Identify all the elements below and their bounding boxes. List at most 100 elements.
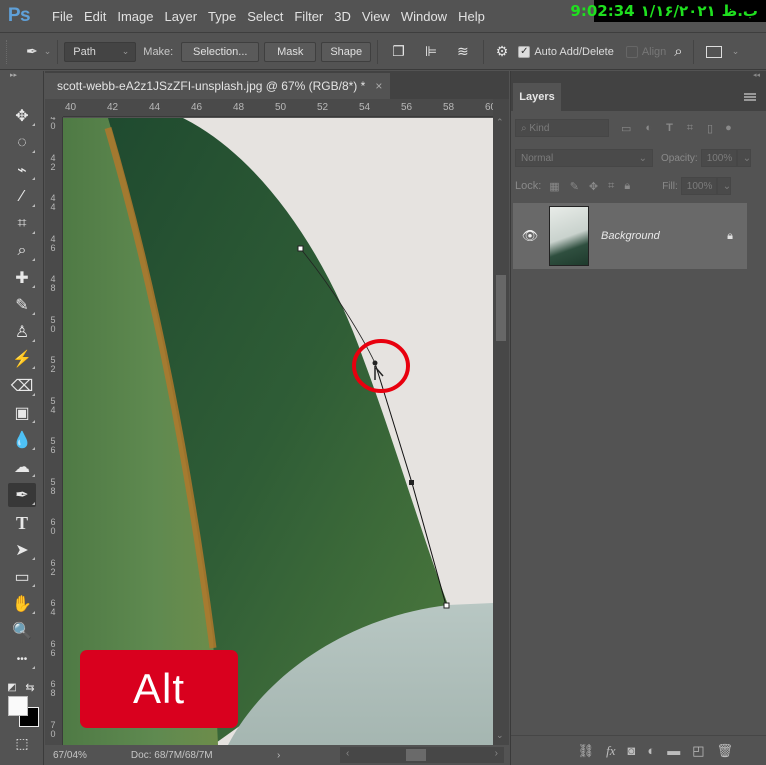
healing-brush-tool-icon[interactable]: ✚	[8, 266, 36, 290]
horizontal-scrollbar[interactable]: ‹ ›	[340, 747, 504, 763]
adjustment-layer-icon[interactable]: ◐	[647, 743, 655, 758]
filter-pixel-icon[interactable]: ▭	[621, 122, 631, 135]
make-selection-button[interactable]: Selection...	[181, 41, 260, 62]
layer-name[interactable]: Background	[601, 230, 727, 242]
add-mask-icon[interactable]: ◙	[627, 743, 635, 758]
lock-image-icon[interactable]: ✎	[570, 180, 579, 193]
anchor-point[interactable]	[443, 602, 450, 609]
options-bar-grip[interactable]	[6, 39, 12, 64]
vertical-scroll-thumb[interactable]	[496, 275, 506, 341]
rectangle-tool-icon[interactable]: ▭	[8, 565, 36, 589]
anchor-point[interactable]	[297, 245, 304, 252]
path-operations-icon[interactable]: ❐	[392, 43, 405, 60]
lock-transparent-icon[interactable]: ▦	[549, 180, 559, 193]
scroll-right-icon[interactable]: ›	[495, 748, 498, 759]
zoom-level[interactable]: 67/04%	[53, 750, 87, 761]
opacity-dropdown[interactable]: ⌄	[736, 149, 751, 167]
lock-position-icon[interactable]: ✥	[589, 180, 598, 193]
lock-all-icon[interactable]: 🔒︎	[624, 180, 630, 193]
eraser-tool-icon[interactable]: ⌫	[8, 374, 36, 398]
history-brush-tool-icon[interactable]: ⚡	[8, 347, 36, 371]
eye-icon[interactable]: 👁︎	[513, 228, 547, 244]
filter-type-icon[interactable]: T	[666, 122, 673, 134]
clone-stamp-tool-icon[interactable]: ♙	[8, 320, 36, 344]
anchor-point-selected[interactable]	[372, 360, 378, 366]
foreground-color-swatch[interactable]	[8, 696, 28, 716]
scroll-left-icon[interactable]: ‹	[346, 748, 349, 759]
elliptical-marquee-tool-icon[interactable]: ◌	[8, 131, 36, 155]
menu-3d[interactable]: 3D	[334, 9, 351, 24]
chevron-down-icon[interactable]: ⌄	[732, 46, 740, 57]
search-icon: ⌕	[521, 122, 530, 134]
workspace-icon[interactable]	[705, 45, 722, 58]
blur-tool-icon[interactable]: 💧	[8, 428, 36, 452]
collapse-toolbar-icon[interactable]: ▸▸	[0, 71, 43, 87]
panel-menu-icon[interactable]	[744, 93, 756, 101]
brush-tool-icon[interactable]: ✎	[8, 293, 36, 317]
menu-filter[interactable]: Filter	[294, 9, 323, 24]
crop-tool-icon[interactable]: ⌗	[8, 212, 36, 236]
link-layers-icon[interactable]: ⛓	[578, 743, 595, 759]
status-menu-arrow-icon[interactable]: ›	[277, 750, 280, 761]
filter-shape-icon[interactable]: ⌗	[687, 122, 693, 135]
eyedropper-tool-icon[interactable]: ⌕	[8, 239, 36, 263]
gradient-tool-icon[interactable]: ▣	[8, 401, 36, 425]
menu-layer[interactable]: Layer	[165, 9, 198, 24]
filter-smart-object-icon[interactable]: ▯	[707, 122, 713, 135]
document-tab[interactable]: scott-webb-eA2z1JSzZFI-unsplash.jpg @ 67…	[45, 73, 390, 99]
horizontal-scroll-thumb[interactable]	[406, 749, 426, 761]
horizontal-ruler[interactable]: 40 42 44 46 48 50 52 54 56 58 60	[45, 99, 496, 117]
lock-artboard-icon[interactable]: ⌗	[608, 180, 614, 193]
auto-add-delete-checkbox[interactable]: ✓	[518, 45, 531, 58]
scroll-up-icon[interactable]: ⌃	[496, 117, 504, 128]
path-arrangement-icon[interactable]: ≋	[457, 43, 469, 60]
pen-tool-icon[interactable]: ✒	[8, 483, 36, 507]
dodge-tool-icon[interactable]: ☁	[8, 455, 36, 479]
vertical-ruler[interactable]: 40424446485052545658606264666870	[45, 113, 63, 745]
trash-icon[interactable]: 🗑︎	[716, 743, 733, 759]
filter-kind-dropdown[interactable]: ⌕ Kind	[515, 119, 609, 137]
anchor-point[interactable]	[409, 480, 414, 485]
fill-input[interactable]: 100%	[680, 177, 717, 195]
new-layer-icon[interactable]: ◰	[692, 743, 704, 759]
type-tool-icon[interactable]: T	[8, 511, 36, 535]
gear-icon[interactable]: ⚙	[496, 43, 509, 60]
filter-toggle-icon[interactable]: ●	[725, 122, 732, 134]
opacity-input[interactable]: 100%	[700, 149, 737, 167]
close-icon[interactable]: ×	[375, 79, 382, 93]
fx-icon[interactable]: fx	[606, 743, 615, 759]
path-alignment-icon[interactable]: ⊫	[425, 43, 437, 60]
search-icon[interactable]: ⌕	[674, 43, 682, 60]
edit-toolbar-icon[interactable]: •••	[8, 647, 36, 671]
make-mask-button[interactable]: Mask	[264, 41, 317, 62]
align-edges-checkbox[interactable]	[625, 45, 638, 58]
scroll-down-icon[interactable]: ⌄	[496, 730, 504, 741]
menu-file[interactable]: File	[52, 9, 73, 24]
panel-collapse-icon[interactable]: ◂◂	[511, 71, 766, 83]
tool-preset-picker[interactable]: ✒ ⌄	[26, 43, 51, 60]
menu-type[interactable]: Type	[208, 9, 236, 24]
menu-select[interactable]: Select	[247, 9, 283, 24]
move-tool-icon[interactable]: ✥	[8, 104, 36, 128]
make-shape-button[interactable]: Shape	[321, 41, 372, 62]
pen-mode-dropdown[interactable]: Path ⌄	[64, 41, 137, 62]
menu-window[interactable]: Window	[401, 9, 447, 24]
menu-view[interactable]: View	[362, 9, 390, 24]
menu-help[interactable]: Help	[458, 9, 485, 24]
menu-edit[interactable]: Edit	[84, 9, 106, 24]
menu-image[interactable]: Image	[117, 9, 153, 24]
fill-dropdown[interactable]: ⌄	[716, 177, 731, 195]
vertical-scrollbar[interactable]: ⌃ ⌄	[493, 99, 509, 745]
layer-row-background[interactable]: 👁︎ Background 🔒︎	[513, 203, 747, 269]
ruler-origin[interactable]	[45, 99, 63, 117]
magic-wand-tool-icon[interactable]: ⁄	[8, 185, 36, 209]
blend-mode-dropdown[interactable]: Normal ⌄	[515, 149, 653, 167]
quick-mask-icon[interactable]: ⬚	[8, 731, 36, 755]
filter-adjustment-icon[interactable]: ◐	[645, 122, 652, 134]
tab-layers[interactable]: Layers	[513, 83, 561, 111]
zoom-tool-icon[interactable]: 🔍	[8, 619, 36, 643]
lasso-tool-icon[interactable]: ⌁	[8, 158, 36, 182]
path-selection-tool-icon[interactable]: ➤	[8, 538, 36, 562]
new-group-icon[interactable]: ▬	[667, 743, 680, 758]
hand-tool-icon[interactable]: ✋	[8, 592, 36, 616]
